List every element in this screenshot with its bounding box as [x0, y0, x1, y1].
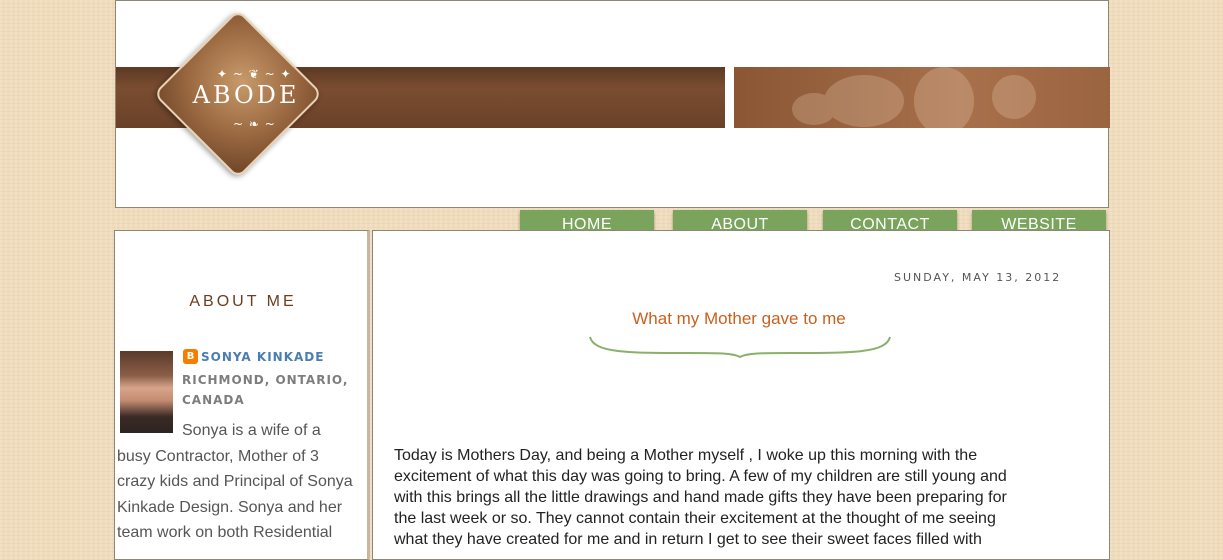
about-me-heading: ABOUT ME [189, 293, 297, 310]
bio-line: crazy kids and Principal of Sonya [117, 473, 353, 490]
post-body: Today is Mothers Day, and being a Mother… [394, 445, 1084, 550]
post-body-line: what they have created for me and in ret… [394, 531, 982, 548]
damask-pattern [792, 67, 1036, 128]
post-date: SUNDAY, MAY 13, 2012 [894, 271, 1062, 284]
title-brace-divider [589, 336, 891, 359]
author-bio: Sonya is a wife of a busy Contractor, Mo… [117, 418, 367, 546]
post-body-line: with this brings all the little drawings… [394, 489, 1007, 506]
logo-ornament-bottom: ~ ❧ ~ [233, 117, 276, 131]
post-body-line: excitement of what this day was going to… [394, 468, 1007, 485]
post-body-line: Today is Mothers Day, and being a Mother… [394, 447, 978, 464]
logo-ornament-top: ✦ ~ ❦ ~ ✦ [217, 67, 292, 81]
main-content: SUNDAY, MAY 13, 2012 What my Mother gave… [372, 230, 1110, 560]
bio-line: busy Contractor, Mother of 3 [117, 447, 319, 465]
sidebar: ABOUT ME B SONYA KINKADE RICHMOND, ONTAR… [114, 230, 370, 560]
bio-line: team work on both Residential [117, 524, 333, 541]
blogger-icon: B [183, 349, 198, 364]
location-line: RICHMOND, ONTARIO, [182, 373, 349, 387]
post-title-link[interactable]: What my Mother gave to me [632, 309, 846, 329]
author-name-link[interactable]: SONYA KINKADE [201, 350, 324, 364]
post-title: What my Mother gave to me [373, 309, 1109, 329]
blog-header: ✦ ~ ❦ ~ ✦ ABODE ~ ❧ ~ [115, 0, 1110, 208]
author-location: RICHMOND, ONTARIO, CANADA [182, 370, 352, 410]
logo-text[interactable]: ABODE [176, 81, 316, 109]
post-body-line: the last week or so. They cannot contain… [394, 510, 996, 527]
bio-line: Kinkade Design. Sonya and her [117, 498, 343, 516]
header-band-right [734, 67, 1110, 128]
bio-line: Sonya is a wife of a [182, 422, 321, 439]
location-line: CANADA [182, 393, 245, 407]
